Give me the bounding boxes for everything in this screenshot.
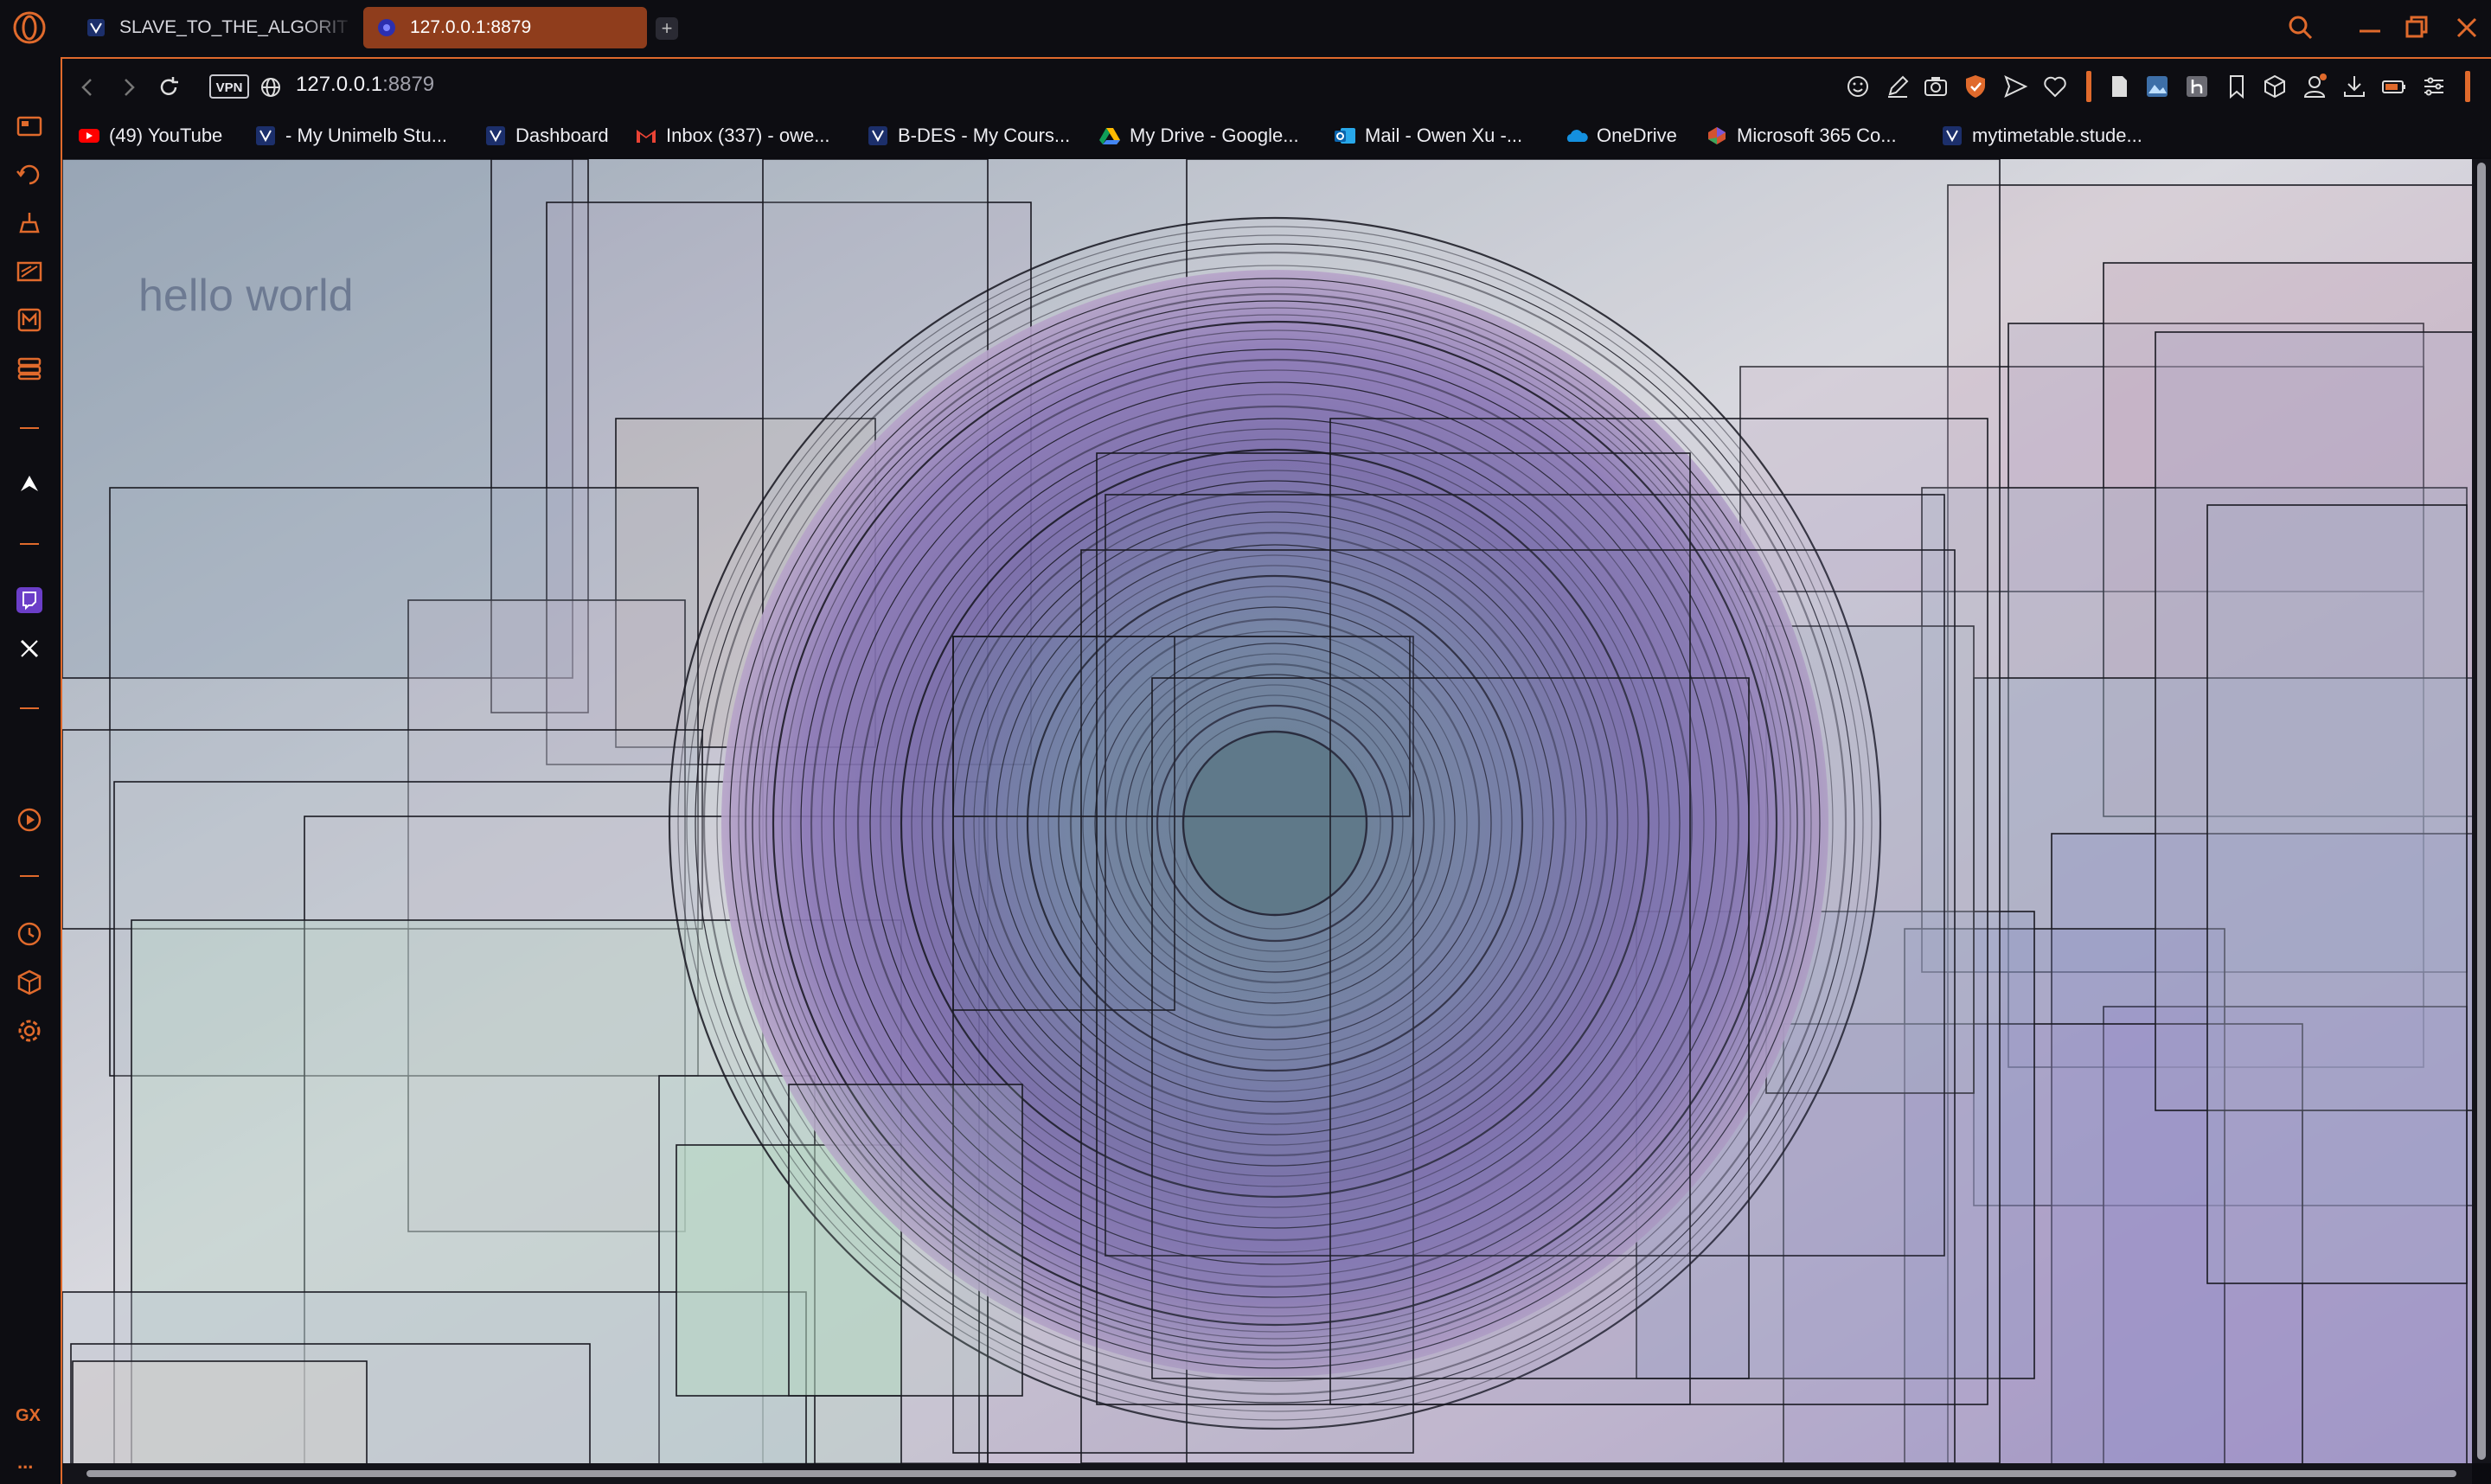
- bookmark-icon[interactable]: [2223, 73, 2251, 100]
- gx-corner-label[interactable]: GX: [16, 1406, 41, 1426]
- easy-setup-icon[interactable]: [2420, 73, 2448, 100]
- tab-slave-to-the-algorithm[interactable]: SLAVE_TO_THE_ALGORIT: [73, 7, 355, 48]
- bookmark-label: Dashboard: [515, 125, 609, 146]
- back-icon[interactable]: [74, 74, 100, 100]
- bookmark-label: OneDrive: [1597, 125, 1677, 146]
- bookmark-label: mytimetable.stude...: [1972, 125, 2142, 146]
- aria-icon[interactable]: [14, 469, 45, 500]
- profile-icon[interactable]: [2301, 73, 2328, 100]
- youtube-icon: [79, 129, 99, 143]
- google-drive-icon: [1099, 128, 1120, 144]
- settings-icon[interactable]: [14, 1015, 45, 1046]
- battery-icon[interactable]: [2380, 73, 2408, 100]
- sidebar: GX ...: [0, 57, 61, 1484]
- gx-control-icon[interactable]: [14, 256, 45, 287]
- toolbar-separator: [2086, 71, 2091, 102]
- unimelb-icon: [486, 126, 505, 145]
- sidebar-separator: [20, 427, 39, 429]
- search-tabs-icon[interactable]: [2283, 10, 2318, 45]
- tab-localhost[interactable]: 127.0.0.1:8879: [363, 7, 647, 48]
- bookmark-my-unimelb[interactable]: - My Unimelb Stu...: [254, 121, 447, 150]
- bookmark-label: B-DES - My Cours...: [898, 125, 1071, 146]
- bookmark-label: (49) YouTube: [109, 125, 223, 146]
- microsoft-365-icon: [1708, 127, 1726, 144]
- bookmark-outlook-mail[interactable]: Mail - Owen Xu -...: [1334, 121, 1522, 150]
- twitch-icon[interactable]: [14, 585, 45, 616]
- hello-world-text: hello world: [138, 271, 354, 321]
- unimelb-icon: [868, 126, 887, 145]
- opera-gx-logo-icon[interactable]: [12, 10, 47, 45]
- send-icon[interactable]: [2001, 73, 2029, 100]
- unimelb-icon: [87, 19, 105, 36]
- sidebar-separator: [20, 707, 39, 709]
- toolbar-edge-accent: [2465, 71, 2470, 102]
- extension-h-icon[interactable]: [2183, 73, 2211, 100]
- sidebar-separator: [20, 543, 39, 545]
- bookmark-microsoft-365[interactable]: Microsoft 365 Co...: [1706, 121, 1897, 150]
- minimize-icon[interactable]: [2353, 10, 2387, 45]
- unimelb-icon: [256, 126, 275, 145]
- art-rectangle: [2206, 504, 2468, 1284]
- generative-art-canvas: [62, 159, 2472, 1463]
- unimelb-icon: [1943, 126, 1962, 145]
- player-icon[interactable]: [14, 804, 45, 835]
- art-rectangle: [72, 1360, 368, 1463]
- history-icon[interactable]: [14, 159, 45, 190]
- bookmark-label: My Drive - Google...: [1130, 125, 1299, 146]
- bookmark-mytimetable[interactable]: mytimetable.stude...: [1941, 121, 2142, 150]
- bookmark-label: - My Unimelb Stu...: [285, 125, 448, 146]
- bookmark-youtube[interactable]: (49) YouTube: [78, 121, 222, 150]
- vpn-badge[interactable]: VPN: [209, 74, 249, 99]
- url-host: 127.0.0.1: [296, 73, 383, 96]
- sidebar-separator: [20, 875, 39, 877]
- onedrive-icon: [1566, 130, 1588, 142]
- bookmark-label: Mail - Owen Xu -...: [1365, 125, 1523, 146]
- globe-icon[interactable]: [258, 74, 284, 100]
- camera-icon[interactable]: [1922, 73, 1950, 100]
- tab-title: 127.0.0.1:8879: [410, 17, 532, 37]
- page-canvas[interactable]: hello world: [62, 159, 2472, 1463]
- tab-fade: [303, 7, 355, 48]
- url-port: :8879: [382, 73, 435, 96]
- document-icon[interactable]: [2105, 73, 2133, 100]
- close-icon[interactable]: [2449, 10, 2484, 45]
- speed-dial-icon[interactable]: [14, 111, 45, 142]
- bookmark-label: Microsoft 365 Co...: [1737, 125, 1897, 146]
- art-rectangle: [788, 1084, 1023, 1397]
- bookmark-onedrive[interactable]: OneDrive: [1566, 121, 1677, 150]
- edit-icon[interactable]: [1884, 73, 1911, 100]
- bookmarks-bar: (49) YouTube - My Unimelb Stu... Dashboa…: [62, 114, 2491, 157]
- bookmark-dashboard[interactable]: Dashboard: [484, 121, 609, 150]
- site-favicon-icon: [378, 19, 395, 36]
- outlook-icon: [1335, 128, 1355, 144]
- adblock-shield-icon[interactable]: [1962, 73, 1989, 100]
- clock-icon[interactable]: [14, 918, 45, 950]
- restore-icon[interactable]: [2399, 10, 2434, 45]
- bookmark-google-drive[interactable]: My Drive - Google...: [1098, 121, 1299, 150]
- extensions-icon[interactable]: [14, 967, 45, 998]
- bookmark-b-des[interactable]: B-DES - My Cours...: [867, 121, 1070, 150]
- forward-icon[interactable]: [116, 74, 142, 100]
- tab-bar: SLAVE_TO_THE_ALGORIT 127.0.0.1:8879 +: [0, 0, 2491, 57]
- music-player-icon[interactable]: [14, 304, 45, 336]
- download-icon[interactable]: [2341, 73, 2368, 100]
- heart-icon[interactable]: [2041, 73, 2069, 100]
- url-field[interactable]: 127.0.0.1:8879: [296, 73, 434, 97]
- new-tab-button[interactable]: +: [656, 17, 678, 40]
- vertical-scroll-thumb[interactable]: [2477, 163, 2486, 1460]
- emoji-icon[interactable]: [1844, 73, 1872, 100]
- cube-icon[interactable]: [2261, 73, 2289, 100]
- horizontal-scroll-thumb[interactable]: [86, 1470, 2456, 1477]
- x-twitter-icon[interactable]: [14, 633, 45, 664]
- extension-image-icon[interactable]: [2143, 73, 2171, 100]
- gmail-icon: [637, 130, 656, 143]
- art-rectangle: [1151, 677, 1750, 1379]
- cleaner-icon[interactable]: [14, 208, 45, 239]
- address-bar: VPN 127.0.0.1:8879: [62, 59, 2491, 114]
- bookmark-label: Inbox (337) - owe...: [666, 125, 830, 146]
- bookmark-gmail-inbox[interactable]: Inbox (337) - owe...: [635, 121, 830, 150]
- pinboard-icon[interactable]: [14, 353, 45, 384]
- sidebar-more-button[interactable]: ...: [17, 1451, 33, 1474]
- reload-icon[interactable]: [156, 74, 182, 100]
